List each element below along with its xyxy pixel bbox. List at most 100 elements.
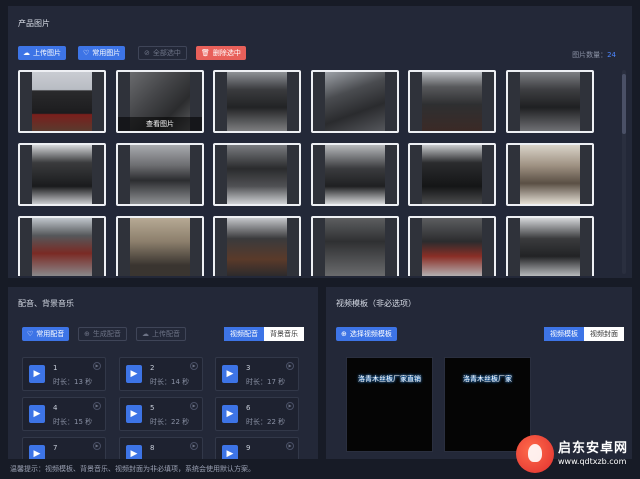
preview-icon[interactable]: ▶ bbox=[190, 362, 198, 370]
tab-video-cover[interactable]: 视频封面 bbox=[584, 327, 624, 341]
image-thumb[interactable] bbox=[408, 143, 496, 206]
tab-video-voice[interactable]: 视频配音 bbox=[224, 327, 264, 341]
image-thumb[interactable] bbox=[18, 70, 106, 133]
upload-images-label: 上传图片 bbox=[33, 49, 61, 57]
preview-icon[interactable]: ▶ bbox=[93, 442, 101, 450]
voice-track-card[interactable]: ▶ 2 时长：14 秒 ▶ bbox=[119, 357, 203, 391]
voice-track-card[interactable]: ▶ 8 ▶ bbox=[119, 437, 203, 459]
play-file-icon: ▶ bbox=[29, 405, 45, 423]
upload-voice-button[interactable]: ☁ 上传配音 bbox=[136, 327, 186, 341]
track-number: 3 bbox=[246, 364, 251, 372]
track-duration: 时长：13 秒 bbox=[53, 378, 93, 386]
preview-icon[interactable]: ▶ bbox=[286, 442, 294, 450]
trash-icon: 🗑 bbox=[201, 49, 210, 57]
track-duration: 时长：22 秒 bbox=[150, 418, 190, 426]
track-number: 6 bbox=[246, 404, 251, 412]
track-number: 9 bbox=[246, 444, 251, 452]
play-file-icon: ▶ bbox=[29, 445, 45, 459]
preview-icon[interactable]: ▶ bbox=[286, 402, 294, 410]
select-all-button[interactable]: ⊘ 全部选中 bbox=[138, 46, 187, 60]
preview-icon[interactable]: ▶ bbox=[286, 362, 294, 370]
track-number: 5 bbox=[150, 404, 155, 412]
upload-cloud-icon: ☁ bbox=[142, 330, 149, 338]
video-template-caption: 洛青木丝板厂家直销 bbox=[358, 375, 421, 383]
image-thumb[interactable] bbox=[506, 143, 594, 206]
image-thumb[interactable] bbox=[116, 143, 204, 206]
watermark-name: 启东安卓网 bbox=[558, 441, 629, 456]
voice-track-card[interactable]: ▶ 5 时长：22 秒 ▶ bbox=[119, 397, 203, 431]
video-template-caption: 洛青木丝板厂家 bbox=[463, 375, 512, 383]
generate-voice-button[interactable]: ⊕ 生成配音 bbox=[78, 327, 127, 341]
image-thumb[interactable] bbox=[18, 216, 106, 276]
image-thumb[interactable] bbox=[213, 216, 301, 276]
voice-track-card[interactable]: ▶ 1 时长：13 秒 ▶ bbox=[22, 357, 106, 391]
delete-selected-button[interactable]: 🗑 删除选中 bbox=[196, 46, 246, 60]
music-tabs: 视频配音 背景音乐 bbox=[224, 327, 304, 341]
track-duration: 时长：14 秒 bbox=[150, 378, 190, 386]
common-images-label: 常用图片 bbox=[92, 49, 121, 57]
common-voice-button[interactable]: ♡ 常用配音 bbox=[22, 327, 70, 341]
voice-track-card[interactable]: ▶ 3 时长：17 秒 ▶ bbox=[215, 357, 299, 391]
image-grid-scrollbar[interactable] bbox=[622, 70, 626, 274]
image-count: 图片数量：24 bbox=[572, 50, 616, 60]
image-thumb[interactable]: 查看图片 bbox=[116, 70, 204, 133]
image-thumb[interactable] bbox=[311, 143, 399, 206]
heart-icon: ♡ bbox=[27, 330, 34, 338]
track-duration: 时长：17 秒 bbox=[246, 378, 286, 386]
image-thumb[interactable] bbox=[213, 143, 301, 206]
image-count-value: 24 bbox=[607, 51, 616, 59]
upload-images-button[interactable]: ☁ 上传图片 bbox=[18, 46, 66, 60]
plus-circle-icon: ⊕ bbox=[341, 330, 347, 338]
preview-icon[interactable]: ▶ bbox=[190, 402, 198, 410]
view-image-overlay[interactable]: 查看图片 bbox=[118, 117, 202, 131]
image-thumb[interactable] bbox=[311, 70, 399, 133]
select-all-label: 全部选中 bbox=[152, 49, 181, 57]
delete-selected-label: 删除选中 bbox=[212, 49, 241, 57]
check-circle-icon: ⊘ bbox=[144, 49, 150, 57]
preview-icon[interactable]: ▶ bbox=[190, 442, 198, 450]
play-file-icon: ▶ bbox=[29, 365, 45, 383]
watermark-logo-icon bbox=[516, 435, 554, 473]
image-thumb[interactable] bbox=[116, 216, 204, 276]
voice-track-card[interactable]: ▶ 7 ▶ bbox=[22, 437, 106, 459]
preview-icon[interactable]: ▶ bbox=[93, 402, 101, 410]
play-file-icon: ▶ bbox=[126, 405, 142, 423]
watermark: 启东安卓网 www.qdtxzb.com bbox=[516, 431, 636, 475]
common-voice-label: 常用配音 bbox=[36, 330, 65, 338]
track-number: 8 bbox=[150, 444, 155, 452]
generate-voice-label: 生成配音 bbox=[92, 330, 121, 338]
watermark-url: www.qdtxzb.com bbox=[558, 457, 627, 466]
voice-track-card[interactable]: ▶ 6 时长：22 秒 ▶ bbox=[215, 397, 299, 431]
video-tabs: 视频模板 视频封面 bbox=[544, 327, 624, 341]
common-images-button[interactable]: ♡ 常用图片 bbox=[78, 46, 126, 60]
image-thumb[interactable] bbox=[506, 70, 594, 133]
upload-cloud-icon: ☁ bbox=[23, 49, 30, 57]
voice-track-card[interactable]: ▶ 4 时长：15 秒 ▶ bbox=[22, 397, 106, 431]
select-video-template-button[interactable]: ⊕ 选择视频模板 bbox=[336, 327, 397, 341]
track-duration: 时长：22 秒 bbox=[246, 418, 286, 426]
image-thumb[interactable] bbox=[408, 216, 496, 276]
image-count-label: 图片数量： bbox=[572, 51, 608, 59]
image-thumb[interactable] bbox=[213, 70, 301, 133]
image-thumb[interactable] bbox=[408, 70, 496, 133]
tab-video-template[interactable]: 视频模板 bbox=[544, 327, 584, 341]
image-thumb[interactable] bbox=[311, 216, 399, 276]
image-grid: 查看图片 bbox=[18, 70, 608, 276]
play-file-icon: ▶ bbox=[222, 405, 238, 423]
music-panel: 配音、背景音乐 ♡ 常用配音 ⊕ 生成配音 ☁ 上传配音 视频配音 背景音乐 ▶… bbox=[8, 287, 318, 459]
plus-circle-icon: ⊕ bbox=[84, 330, 90, 338]
select-video-template-label: 选择视频模板 bbox=[349, 330, 392, 338]
tab-background-music[interactable]: 背景音乐 bbox=[264, 327, 304, 341]
preview-icon[interactable]: ▶ bbox=[93, 362, 101, 370]
upload-voice-label: 上传配音 bbox=[152, 330, 180, 338]
video-template-card[interactable]: 洛青木丝板厂家直销 bbox=[346, 357, 433, 452]
music-title: 配音、背景音乐 bbox=[18, 299, 74, 308]
play-file-icon: ▶ bbox=[222, 365, 238, 383]
scrollbar-thumb[interactable] bbox=[622, 74, 626, 134]
product-images-panel: 产品图片 ☁ 上传图片 ♡ 常用图片 ⊘ 全部选中 🗑 删除选中 图片数量：24… bbox=[8, 6, 632, 278]
image-thumb[interactable] bbox=[18, 143, 106, 206]
image-thumb[interactable] bbox=[506, 216, 594, 276]
play-file-icon: ▶ bbox=[126, 445, 142, 459]
voice-track-card[interactable]: ▶ 9 ▶ bbox=[215, 437, 299, 459]
video-template-title: 视频模板（非必选项） bbox=[336, 299, 416, 308]
